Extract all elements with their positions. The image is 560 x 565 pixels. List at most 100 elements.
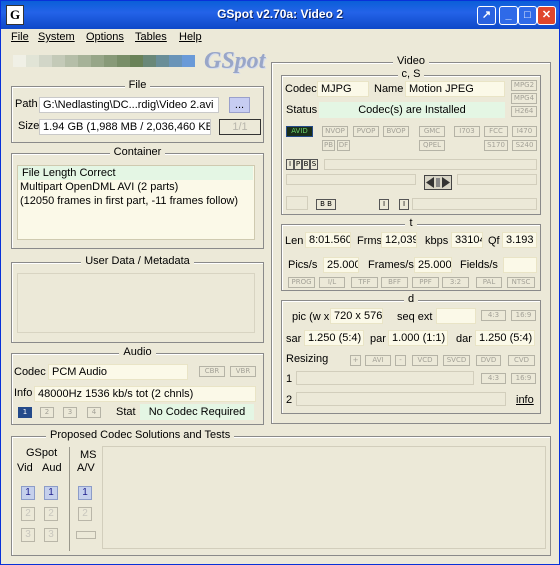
resize-avi-tag: AVI bbox=[365, 355, 391, 366]
audio-stream-4[interactable]: 4 bbox=[87, 407, 101, 418]
aud-label: Aud bbox=[42, 462, 62, 474]
mpg4-tag: MPG4 bbox=[511, 93, 537, 104]
audio-stat-field: No Codec Required bbox=[140, 404, 254, 420]
menu-tables[interactable]: Tables bbox=[135, 31, 167, 43]
par-field: 1.000 (1:1) bbox=[388, 330, 448, 346]
gop-track bbox=[412, 198, 537, 210]
gspot-window: G GSpot v2.70a: Video 2 ↗ _ □ ✕ File Sys… bbox=[0, 0, 560, 565]
prog-tag: PROG bbox=[288, 277, 315, 288]
len-field: 8:01.560 bbox=[305, 232, 351, 248]
aud-solution-2[interactable]: 2 bbox=[44, 507, 58, 521]
seqext-label: seq ext bbox=[397, 311, 433, 323]
dar-label: dar bbox=[456, 333, 472, 345]
container-line-1: File Length Correct bbox=[18, 166, 253, 180]
dar-field: 1.250 (5:4) bbox=[475, 330, 535, 346]
resize-svcd-tag: SVCD bbox=[443, 355, 470, 366]
menu-help[interactable]: Help bbox=[179, 31, 202, 43]
color-strip bbox=[13, 55, 195, 67]
frame-track-right bbox=[457, 174, 537, 185]
container-caption: Container bbox=[109, 146, 166, 158]
pic-field: 720 x 576 bbox=[330, 308, 383, 324]
window-title: GSpot v2.70a: Video 2 bbox=[217, 7, 343, 21]
ms-label: MS bbox=[80, 449, 97, 461]
file-caption: File bbox=[124, 79, 151, 91]
frames-field: 25.000 bbox=[414, 257, 452, 273]
color-strip-segment bbox=[117, 55, 130, 67]
ntsc-tag: NTSC bbox=[507, 277, 535, 288]
title-bar[interactable]: G GSpot v2.70a: Video 2 ↗ _ □ ✕ bbox=[1, 1, 559, 29]
audio-stream-2[interactable]: 2 bbox=[40, 407, 54, 418]
container-line-2: Multipart OpenDML AVI (2 parts) bbox=[20, 181, 179, 193]
maximize-button[interactable]: □ bbox=[518, 6, 537, 25]
av-solution-1[interactable]: 1 bbox=[78, 486, 92, 500]
resizing-label: Resizing bbox=[286, 353, 329, 365]
resize-plus-tag: + bbox=[350, 355, 361, 366]
i703-tag: I703 bbox=[454, 126, 480, 137]
audio-stream-3[interactable]: 3 bbox=[63, 407, 77, 418]
avid-tag: AVID bbox=[286, 126, 313, 137]
path-field[interactable]: G:\Nedlasting\DC...rdig\Video 2.avi bbox=[39, 97, 219, 113]
menu-system[interactable]: System bbox=[38, 31, 75, 43]
video-status-field: Codec(s) are Installed bbox=[319, 102, 505, 118]
audio-codec-label: Codec bbox=[14, 366, 46, 378]
aud-solution-3[interactable]: 3 bbox=[44, 528, 58, 542]
audio-stream-1[interactable]: 1 bbox=[18, 407, 32, 418]
color-strip-segment bbox=[65, 55, 78, 67]
il-tag: I/L bbox=[319, 277, 345, 288]
browse-button[interactable]: ... bbox=[229, 97, 250, 113]
grid-icon bbox=[286, 196, 308, 210]
proposed-caption: Proposed Codec Solutions and Tests bbox=[46, 429, 235, 441]
vid-solution-2[interactable]: 2 bbox=[21, 507, 35, 521]
ar-16-9-tag: 16:9 bbox=[511, 310, 536, 321]
vid-solution-3[interactable]: 3 bbox=[21, 528, 35, 542]
container-line-3: (12050 frames in first part, -11 frames … bbox=[20, 195, 239, 207]
i-marker-1: I bbox=[379, 199, 389, 210]
vid-solution-1[interactable]: 1 bbox=[21, 486, 35, 500]
menu-bar: File System Options Tables Help bbox=[1, 29, 559, 47]
close-button[interactable]: ✕ bbox=[537, 6, 556, 25]
aud-solution-1[interactable]: 1 bbox=[44, 486, 58, 500]
vid-label: Vid bbox=[17, 462, 33, 474]
resize-row-1 bbox=[296, 371, 474, 385]
resize-minus-tag: - bbox=[395, 355, 406, 366]
resize-cvd-tag: CVD bbox=[508, 355, 535, 366]
export-icon[interactable]: ↗ bbox=[477, 6, 496, 25]
color-strip-segment bbox=[182, 55, 195, 67]
menu-options[interactable]: Options bbox=[86, 31, 124, 43]
pulldown-tag: 3:2 bbox=[442, 277, 469, 288]
menu-file[interactable]: File bbox=[11, 31, 29, 43]
cs-caption: c, S bbox=[397, 68, 425, 80]
av-solution-2[interactable]: 2 bbox=[78, 507, 92, 521]
mpg2-tag: MPG2 bbox=[511, 80, 537, 91]
color-strip-segment bbox=[104, 55, 117, 67]
color-strip-segment bbox=[169, 55, 182, 67]
bff-tag: BFF bbox=[381, 277, 408, 288]
s170-tag: S170 bbox=[484, 140, 508, 151]
par-label: par bbox=[370, 333, 386, 345]
info-link[interactable]: info bbox=[516, 394, 534, 406]
frame-type-b: B bbox=[302, 159, 310, 170]
frms-label: Frms bbox=[357, 235, 383, 247]
pb-tag: PB bbox=[322, 140, 335, 151]
minimize-button[interactable]: _ bbox=[499, 6, 518, 25]
size-field: 1.94 GB (1,988 MB / 2,036,460 KB bbox=[39, 119, 211, 135]
vbr-tag: VBR bbox=[230, 366, 256, 377]
frms-field: 12,039 bbox=[381, 232, 417, 248]
fields-field bbox=[503, 257, 537, 273]
qpel-tag: QPEL bbox=[419, 140, 445, 151]
len-label: Len bbox=[285, 235, 304, 247]
pic-label: pic (w x bbox=[292, 311, 330, 323]
color-strip-segment bbox=[13, 55, 26, 67]
qf-field: 3.193 bbox=[502, 232, 537, 248]
size-label: Size bbox=[18, 120, 40, 132]
navigate-icon[interactable] bbox=[424, 175, 452, 190]
color-strip-segment bbox=[156, 55, 169, 67]
bb-marker: B B bbox=[316, 199, 336, 210]
fcc-tag: FCC bbox=[484, 126, 508, 137]
audio-stat-label: Stat bbox=[116, 406, 136, 418]
bvop-tag: BVOP bbox=[383, 126, 409, 137]
ar-4-3-tag: 4:3 bbox=[481, 310, 506, 321]
df-tag: DF bbox=[337, 140, 350, 151]
color-strip-segment bbox=[52, 55, 65, 67]
av-label: A/V bbox=[77, 462, 95, 474]
